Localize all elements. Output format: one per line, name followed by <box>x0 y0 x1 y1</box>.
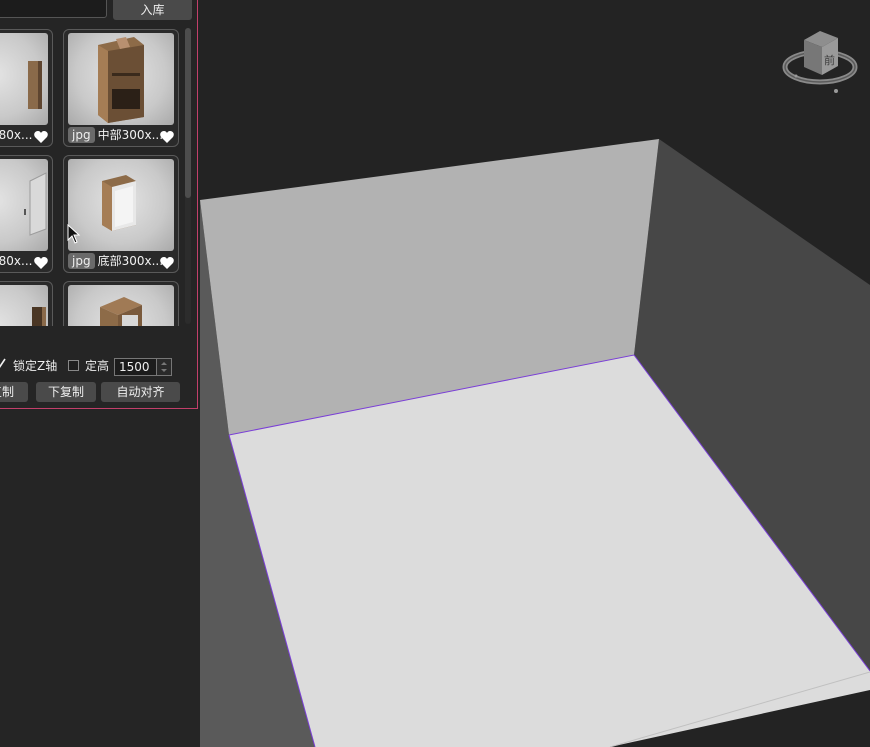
copy-button[interactable]: 复制 <box>0 382 28 402</box>
navigation-cube[interactable]: 前 <box>782 28 858 98</box>
fixed-height-checkbox[interactable] <box>68 360 79 371</box>
item-name: 底部300x... <box>97 254 164 268</box>
copy-button-label: 复制 <box>0 385 14 399</box>
view-cube-icon: 前 <box>782 31 858 93</box>
lock-z-label: 锁定Z轴 <box>13 359 58 373</box>
placement-controls: 锁定Z轴 定高 1500 复制 下复制 自动对齐 <box>0 352 190 408</box>
cabinet-thumbnail-icon <box>68 159 174 251</box>
stepper-arrows-icon <box>161 362 167 372</box>
cabinet-thumbnail-icon <box>68 33 174 125</box>
auto-align-button[interactable]: 自动对齐 <box>101 382 180 402</box>
item-name: 280x... <box>0 128 33 142</box>
model-library-panel: 入库 280x... <box>0 0 198 409</box>
left-panel-background <box>0 410 200 747</box>
item-name: 中部300x... <box>97 128 164 142</box>
heart-icon[interactable] <box>159 129 175 145</box>
library-item[interactable]: 280x... <box>0 155 53 273</box>
library-item[interactable]: jpg 中部300x... <box>63 29 179 147</box>
library-item[interactable] <box>63 281 179 326</box>
heart-icon[interactable] <box>33 129 49 145</box>
format-badge: jpg <box>68 127 95 143</box>
cabinet-thumbnail-icon <box>0 159 48 251</box>
library-item[interactable]: 280x... <box>0 29 53 147</box>
format-badge: jpg <box>68 253 95 269</box>
thumbnail-grid[interactable]: 280x... jpg中部300x... <box>0 0 190 326</box>
mouse-cursor-icon <box>67 224 81 244</box>
nav-cube-face-label: 前 <box>824 53 835 67</box>
cabinet-thumbnail-icon <box>0 285 48 326</box>
lock-z-checkbox[interactable] <box>0 358 6 370</box>
library-item[interactable] <box>0 281 53 326</box>
height-input[interactable]: 1500 <box>114 358 160 376</box>
fixed-height-label: 定高 <box>85 359 110 373</box>
item-name: 280x... <box>0 254 33 268</box>
heart-icon[interactable] <box>159 255 175 271</box>
height-stepper[interactable] <box>156 358 172 376</box>
copy-down-button[interactable]: 下复制 <box>36 382 96 402</box>
scrollbar-thumb[interactable] <box>185 28 191 198</box>
heart-icon[interactable] <box>33 255 49 271</box>
cabinet-thumbnail-icon <box>0 33 48 125</box>
cabinet-thumbnail-icon <box>68 285 174 326</box>
library-item[interactable]: jpg 底部300x... <box>63 155 179 273</box>
